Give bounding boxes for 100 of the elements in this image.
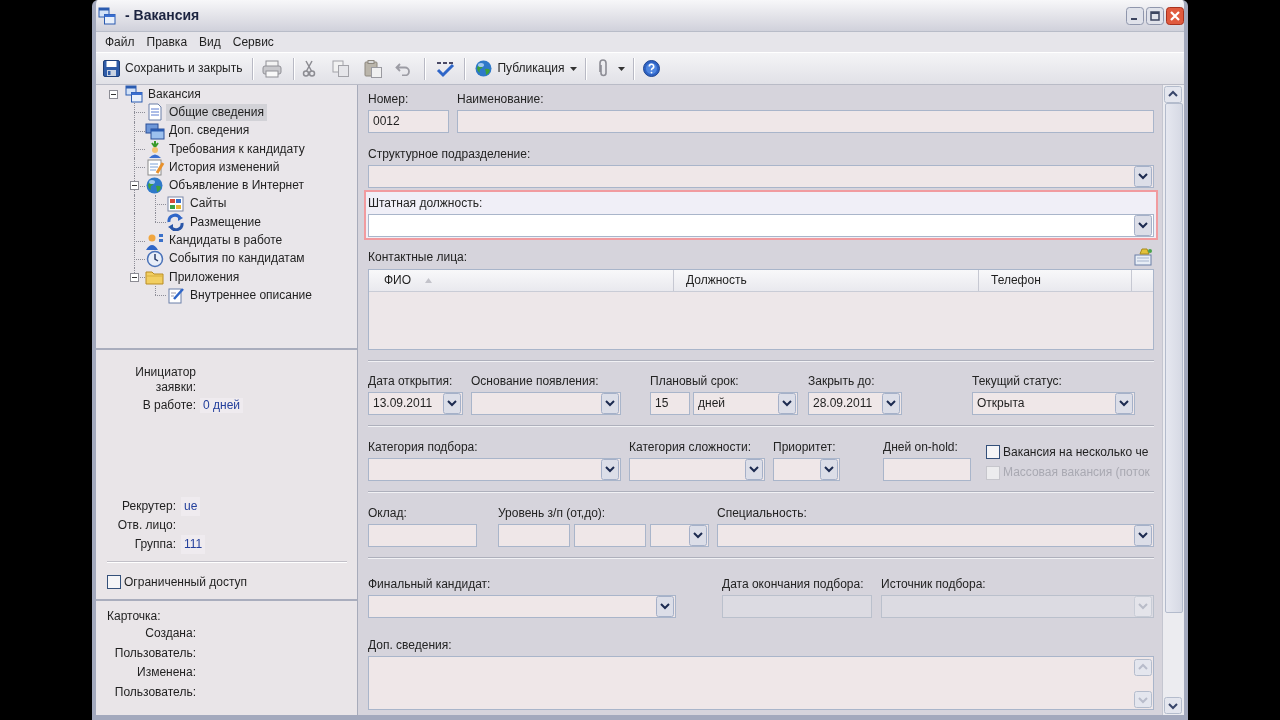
tree-item[interactable]: Вакансия xyxy=(145,85,204,103)
field-label: Дней on-hold: xyxy=(883,440,958,454)
field-label: Финальный кандидат: xyxy=(368,577,491,591)
notepad-icon xyxy=(145,158,165,177)
dropdown-field[interactable]: 28.09.2011 xyxy=(808,392,902,415)
circular-arrows-icon xyxy=(166,213,186,232)
field-label: Дата открытия: xyxy=(368,374,453,388)
close-icon[interactable] xyxy=(1166,6,1184,25)
chevron-down-icon xyxy=(778,393,796,414)
tree-item[interactable]: Объявление в Интернет xyxy=(166,177,307,195)
maximize-icon[interactable] xyxy=(1146,6,1164,25)
caret-down-icon xyxy=(569,66,577,71)
dropdown-field[interactable] xyxy=(368,458,621,481)
dropdown-field[interactable] xyxy=(717,524,1154,547)
dropdown-field[interactable]: дней xyxy=(693,392,798,415)
text-field[interactable]: 15 xyxy=(650,392,690,415)
field-label: Доп. сведения: xyxy=(368,638,452,652)
dropdown-field[interactable] xyxy=(368,595,676,618)
dropdown-field[interactable] xyxy=(368,214,1154,237)
field-label: Дата окончания подбора: xyxy=(722,577,864,591)
windows-icon xyxy=(124,85,144,104)
tree-item[interactable]: Сайты xyxy=(187,195,230,213)
text-field[interactable] xyxy=(498,524,570,547)
chevron-down-icon xyxy=(1134,525,1152,546)
tick-icon[interactable] xyxy=(435,59,456,78)
text-field[interactable] xyxy=(457,110,1154,133)
column-header[interactable]: ФИО xyxy=(369,270,674,291)
collapse-icon[interactable] xyxy=(109,89,118,99)
tree-item[interactable]: Размещение xyxy=(187,213,264,231)
field-label: Отв. лицо: xyxy=(116,517,176,534)
tree-item[interactable]: Доп. сведения xyxy=(166,122,253,140)
minimize-icon[interactable] xyxy=(1126,6,1144,25)
folder-icon xyxy=(145,268,165,287)
tree-item[interactable]: Приложения xyxy=(166,268,243,286)
checkbox-label[interactable]: Вакансия на несколько че xyxy=(1003,445,1149,460)
text-field[interactable] xyxy=(368,524,477,547)
paperclip-icon[interactable] xyxy=(597,59,608,78)
chevron-down-icon xyxy=(689,525,707,546)
help-icon[interactable] xyxy=(642,60,660,77)
collapse-icon[interactable] xyxy=(130,272,139,282)
chevron-down-icon xyxy=(443,393,461,414)
field-label: В работе: xyxy=(141,398,196,413)
dropdown-field[interactable] xyxy=(629,458,765,481)
field-label: Пользователь: xyxy=(113,644,196,662)
dropdown-field[interactable] xyxy=(773,458,840,481)
menu-item[interactable]: Файл xyxy=(99,34,141,50)
chevron-down-icon xyxy=(1134,215,1152,236)
publish-button[interactable]: Публикация xyxy=(473,56,579,81)
field-label: Номер: xyxy=(368,92,409,106)
menu-item[interactable]: Сервис xyxy=(226,34,280,50)
checkbox[interactable] xyxy=(986,445,1000,460)
column-header[interactable]: Телефон xyxy=(979,270,1132,291)
field-value: ue xyxy=(181,497,201,516)
field-label: Приоритет: xyxy=(773,440,836,454)
tree-item[interactable]: Общие сведения xyxy=(166,103,267,121)
scroll-up-icon[interactable] xyxy=(1164,86,1183,103)
field-label: Специальность: xyxy=(717,506,807,520)
globe-icon xyxy=(475,60,493,77)
field-value: 111 xyxy=(181,535,206,554)
column-header[interactable]: Должность xyxy=(674,270,979,291)
tree-item[interactable]: Кандидаты в работе xyxy=(166,232,286,249)
card-icon[interactable] xyxy=(1134,248,1154,266)
tree-item[interactable]: События по кандидатам xyxy=(166,250,308,268)
field-label: Уровень з/п (от,до): xyxy=(498,506,606,520)
collapse-icon[interactable] xyxy=(130,181,139,191)
windows-icon xyxy=(98,6,116,25)
chevron-down-icon xyxy=(882,393,900,414)
field-label: Основание появления: xyxy=(471,374,599,388)
text-field[interactable]: 0012 xyxy=(368,110,449,133)
field-label: Пользователь: xyxy=(113,683,196,701)
dropdown-field[interactable]: 13.09.2011 xyxy=(368,392,463,415)
dropdown-field[interactable] xyxy=(368,165,1154,188)
menu-item[interactable]: Вид xyxy=(193,34,227,50)
field-label: Структурное подразделение: xyxy=(368,147,531,161)
field-label: Создана: xyxy=(144,625,196,642)
field-label: Категория подбора: xyxy=(368,440,478,454)
scrollbar-thumb[interactable] xyxy=(1164,103,1183,613)
text-field[interactable] xyxy=(883,458,971,481)
clock-icon xyxy=(145,249,165,268)
chevron-down-icon xyxy=(1134,596,1152,617)
checkbox[interactable] xyxy=(107,575,121,590)
dropdown-field[interactable]: Открыта xyxy=(972,392,1135,415)
scroll-down-icon[interactable] xyxy=(1164,697,1183,714)
field-label: Штатная должность: xyxy=(368,196,483,210)
field-label: Инициатор заявки: xyxy=(134,365,196,395)
checkbox-label[interactable]: Ограниченный доступ xyxy=(124,575,248,590)
window-title: - Вакансия xyxy=(125,7,200,24)
tree-item[interactable]: Внутреннее описание xyxy=(187,286,315,304)
field-label: Наименование: xyxy=(457,92,544,106)
chevron-down-icon xyxy=(656,596,674,617)
dropdown-field[interactable] xyxy=(471,392,621,415)
text-field[interactable] xyxy=(574,524,646,547)
caret-down-icon[interactable] xyxy=(617,66,625,71)
tree-item[interactable]: История изменений xyxy=(166,158,283,176)
dropdown-field[interactable] xyxy=(650,524,709,547)
save-button[interactable]: Сохранить и закрыть xyxy=(99,56,247,81)
windows-icon xyxy=(145,121,165,140)
tree-item[interactable]: Требования к кандидату xyxy=(166,140,308,158)
note-icon xyxy=(166,286,186,305)
menu-item[interactable]: Правка xyxy=(140,34,194,50)
